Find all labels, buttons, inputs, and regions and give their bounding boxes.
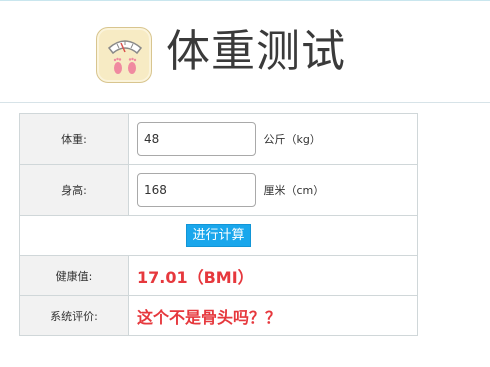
health-row: 健康值: 17.01（BMI） [19, 255, 418, 296]
action-cell: 进行计算 [19, 215, 418, 256]
calculate-button[interactable]: 进行计算 [186, 224, 251, 247]
weight-input[interactable] [137, 122, 256, 156]
header-divider [0, 102, 490, 103]
evaluation-label: 系统评价: [19, 295, 129, 336]
height-unit: 厘米（cm） [263, 184, 325, 197]
health-cell: 17.01（BMI） [128, 255, 418, 296]
evaluation-cell: 这个不是骨头吗？？ [128, 295, 418, 336]
action-row: 进行计算 [19, 215, 418, 256]
evaluation-result: 这个不是骨头吗？？ [137, 307, 282, 327]
health-label: 健康值: [19, 255, 129, 296]
bathroom-scale-icon [96, 27, 152, 83]
page-title: 体重测试 [166, 26, 346, 77]
weight-unit: 公斤（kg） [263, 133, 321, 146]
weight-row: 体重: 公斤（kg） [19, 113, 418, 165]
weight-cell: 公斤（kg） [128, 113, 418, 165]
height-cell: 厘米（cm） [128, 164, 418, 216]
height-row: 身高: 厘米（cm） [19, 164, 418, 216]
height-input[interactable] [137, 173, 256, 207]
weight-label: 体重: [19, 113, 129, 165]
bmi-form: 体重: 公斤（kg） 身高: 厘米（cm） 进行计算 健康值: 17.01（BM… [19, 113, 418, 336]
bmi-result: 17.01（BMI） [137, 267, 254, 287]
height-label: 身高: [19, 164, 129, 216]
app-header: 体重测试 [0, 0, 490, 103]
evaluation-row: 系统评价: 这个不是骨头吗？？ [19, 295, 418, 336]
